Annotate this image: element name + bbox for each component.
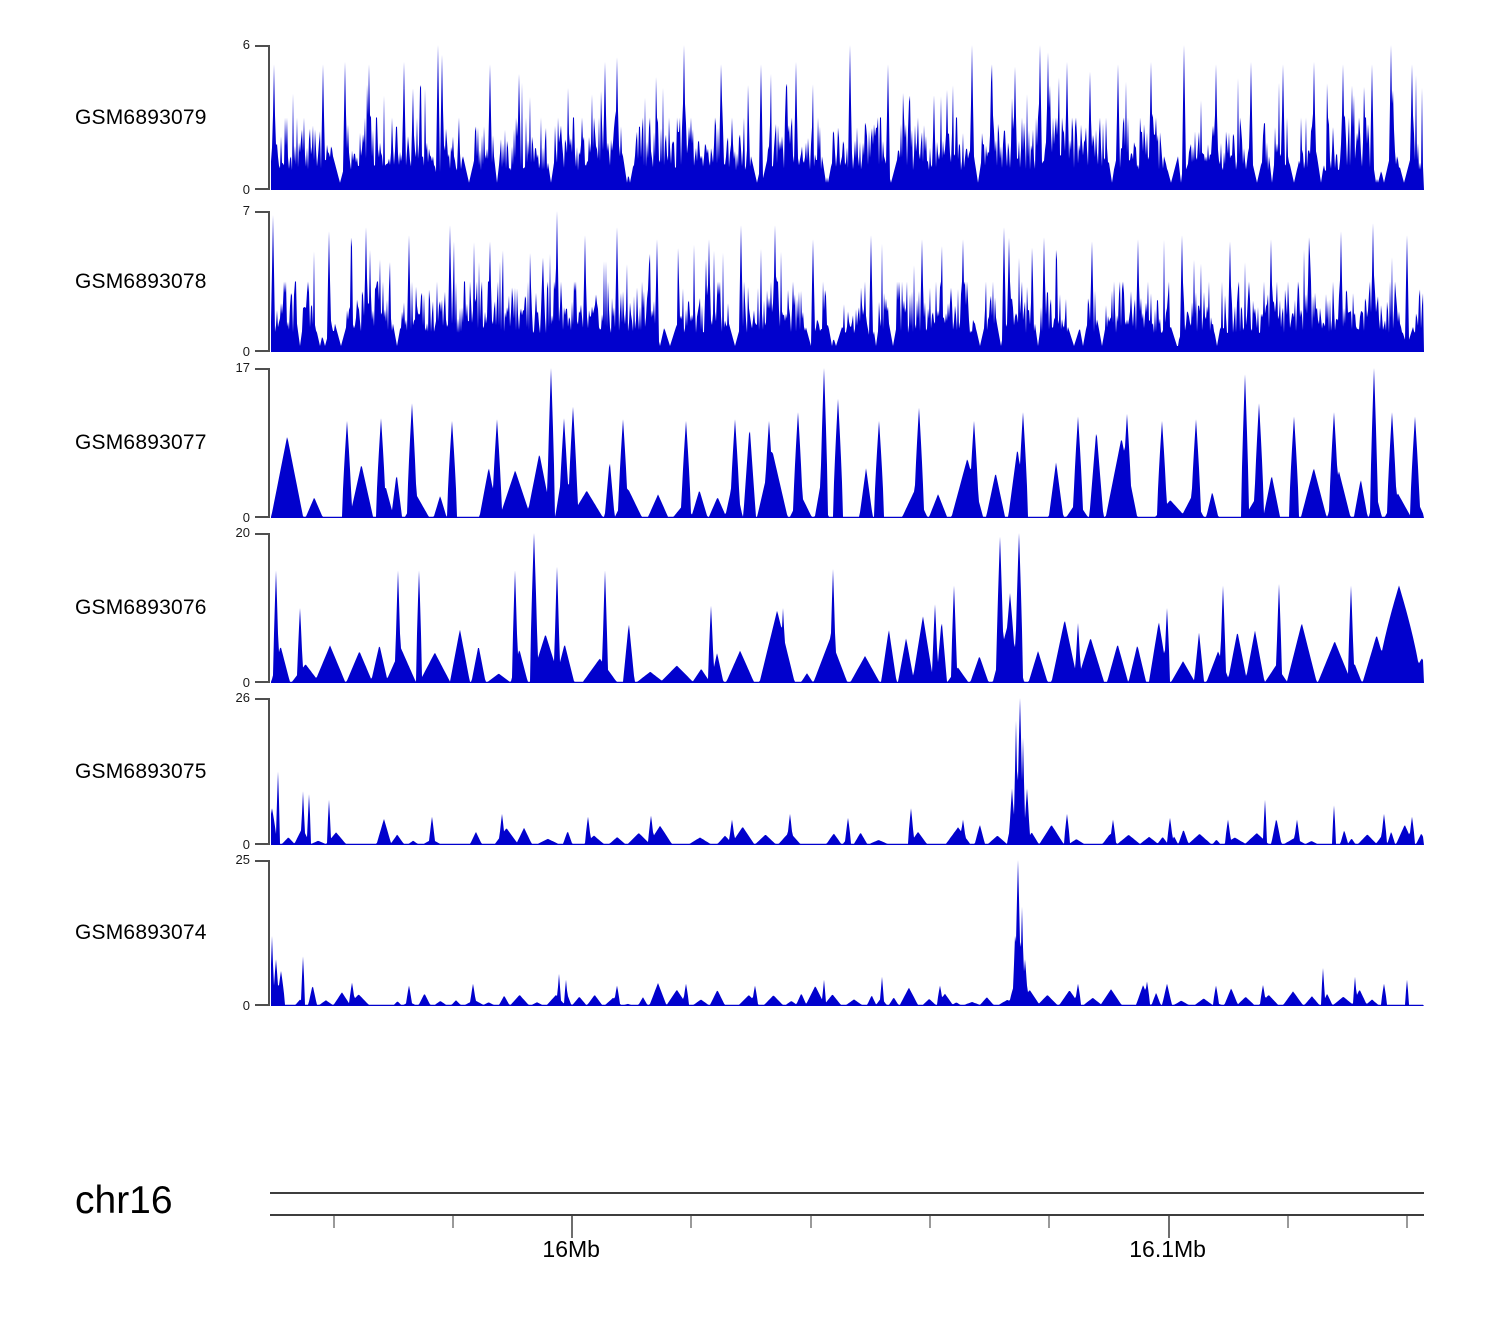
coverage-track-gsm6893078: GSM6893078 7 0 (0, 211, 1500, 352)
ruler-major-tick (1168, 1216, 1170, 1238)
coverage-signal (271, 211, 1424, 352)
y-axis-max-label: 7 (204, 203, 250, 219)
coverage-track-gsm6893074: GSM6893074 25 0 (0, 860, 1500, 1006)
ruler-minor-tick (1048, 1216, 1050, 1228)
y-axis-bracket (255, 533, 270, 683)
track-label: GSM6893077 (75, 431, 207, 455)
y-axis-zero-label: 0 (204, 675, 250, 691)
coverage-plot (271, 45, 1424, 190)
y-axis-bracket (255, 698, 270, 845)
ruler-minor-tick (1287, 1216, 1289, 1228)
coverage-signal (271, 860, 1424, 1006)
ruler-tick-label: 16.1Mb (1108, 1236, 1228, 1263)
ruler-minor-tick (333, 1216, 335, 1228)
y-axis-bracket (255, 45, 270, 190)
y-axis-zero-label: 0 (204, 998, 250, 1014)
y-axis-bracket (255, 860, 270, 1006)
track-label: GSM6893079 (75, 106, 207, 130)
ruler-minor-tick (929, 1216, 931, 1228)
y-axis-zero-label: 0 (204, 344, 250, 360)
coverage-plot (271, 533, 1424, 683)
ruler-tick-label: 16Mb (511, 1236, 631, 1263)
ruler-minor-tick (1406, 1216, 1408, 1228)
y-axis-zero-label: 0 (204, 837, 250, 853)
coverage-track-gsm6893077: GSM6893077 17 0 (0, 368, 1500, 518)
track-label: GSM6893076 (75, 596, 207, 620)
coverage-signal (271, 368, 1424, 518)
coverage-plot (271, 698, 1424, 845)
coverage-plot (271, 860, 1424, 1006)
coverage-track-gsm6893076: GSM6893076 20 0 (0, 533, 1500, 683)
y-axis-zero-label: 0 (204, 182, 250, 198)
coverage-track-gsm6893079: GSM6893079 6 0 (0, 45, 1500, 190)
track-label: GSM6893078 (75, 270, 207, 294)
track-label: GSM6893074 (75, 921, 207, 945)
coverage-signal (271, 45, 1424, 190)
y-axis-bracket (255, 211, 270, 352)
chromosome-label: chr16 (75, 1179, 173, 1223)
coverage-plot (271, 368, 1424, 518)
coverage-signal (271, 698, 1424, 845)
ruler-minor-tick (452, 1216, 454, 1228)
y-axis-max-label: 6 (204, 37, 250, 53)
coverage-track-gsm6893075: GSM6893075 26 0 (0, 698, 1500, 845)
ruler-minor-tick (690, 1216, 692, 1228)
genome-browser-figure: GSM6893079 6 0 GSM6893078 7 0 GSM6893077… (0, 0, 1500, 1320)
ruler-minor-tick (810, 1216, 812, 1228)
track-label: GSM6893075 (75, 760, 207, 784)
y-axis-max-label: 26 (204, 690, 250, 706)
y-axis-max-label: 20 (204, 525, 250, 541)
coverage-signal (271, 533, 1424, 683)
ruler-line-top (270, 1192, 1424, 1194)
y-axis-bracket (255, 368, 270, 518)
ruler-major-tick (571, 1216, 573, 1238)
ruler-line-bottom (270, 1214, 1424, 1216)
coverage-plot (271, 211, 1424, 352)
y-axis-zero-label: 0 (204, 510, 250, 526)
y-axis-max-label: 17 (204, 360, 250, 376)
y-axis-max-label: 25 (204, 852, 250, 868)
